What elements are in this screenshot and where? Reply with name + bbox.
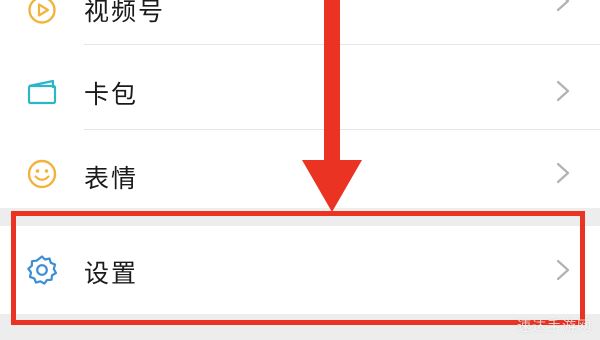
- menu-item-emoji[interactable]: 表情: [0, 140, 600, 208]
- divider: [84, 44, 600, 45]
- gear-icon: [24, 252, 60, 288]
- divider: [84, 129, 600, 130]
- wechat-me-page: 视频号 卡包 表情 设置 速达手游网: [0, 0, 600, 340]
- menu-item-label: 表情: [84, 164, 139, 193]
- chevron-right-icon: [556, 259, 570, 281]
- menu-item-label: 卡包: [84, 80, 139, 109]
- chevron-right-icon: [556, 80, 570, 102]
- chevron-right-icon: [556, 162, 570, 184]
- menu-item-settings[interactable]: 设置: [0, 226, 600, 314]
- menu-item-label: 视频号: [84, 0, 166, 26]
- menu-item-card-wallet[interactable]: 卡包: [0, 56, 600, 126]
- watermark: 速达手游网: [517, 319, 592, 335]
- chevron-right-icon: [556, 0, 570, 12]
- menu-item-video-channel[interactable]: 视频号: [0, 0, 600, 38]
- emoji-icon: [24, 156, 60, 192]
- video-channel-icon: [24, 0, 60, 28]
- menu-item-label: 设置: [84, 259, 139, 288]
- card-wallet-icon: [24, 74, 60, 110]
